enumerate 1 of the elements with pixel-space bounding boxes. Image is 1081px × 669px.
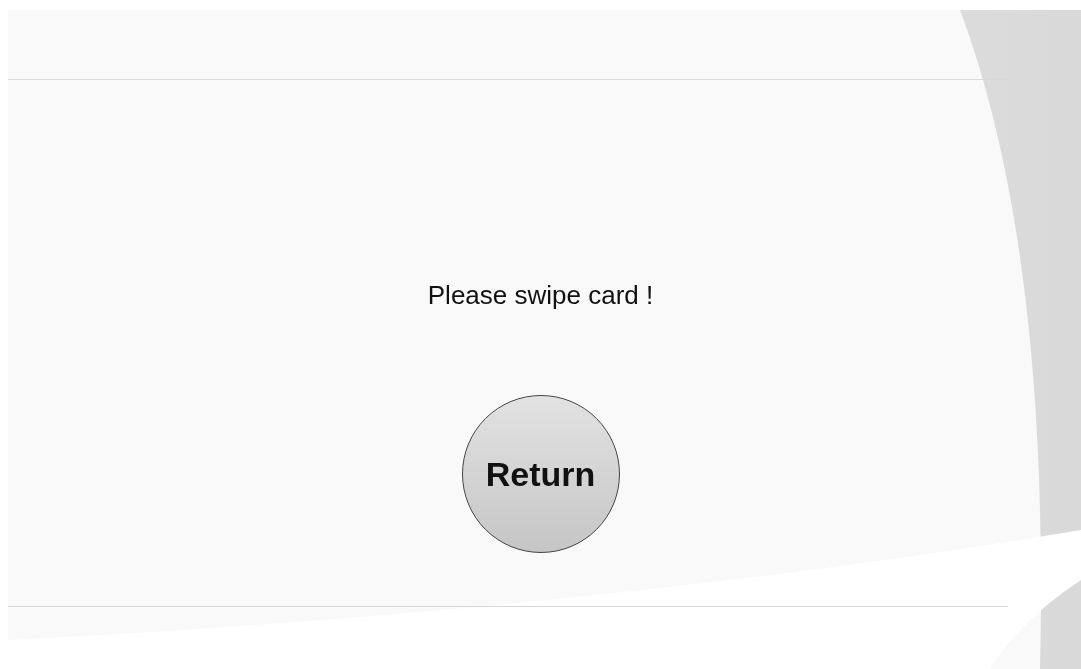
swipe-card-message: Please swipe card ! [427, 279, 654, 312]
